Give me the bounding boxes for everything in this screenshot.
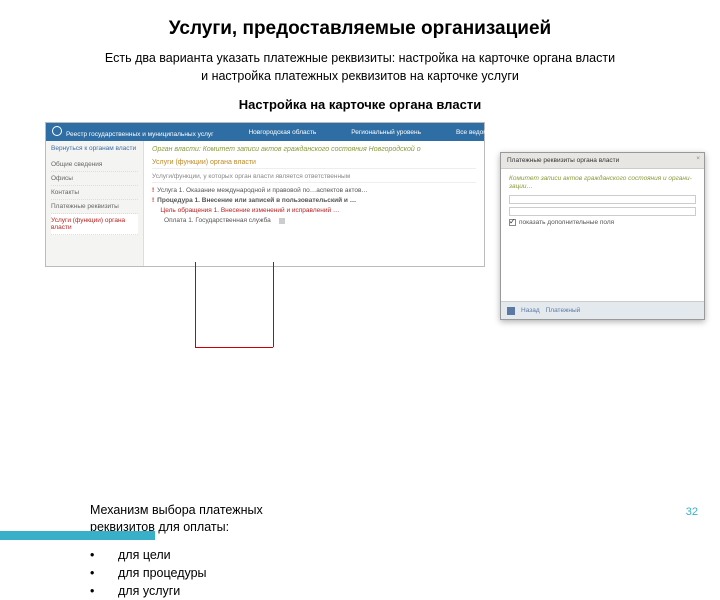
bullet-service-label: для услуги (118, 582, 180, 600)
connector-line (195, 347, 273, 348)
bullet-icon: • (90, 546, 100, 564)
popup-heading: Комитет записи актов гражданского состоя… (509, 175, 696, 191)
checkbox-icon[interactable] (509, 219, 516, 226)
popup-input-1[interactable] (509, 195, 696, 204)
subtitle-line-1: Есть два варианта указать платежные рекв… (105, 51, 615, 65)
logo-icon (52, 126, 62, 136)
connector-line (195, 262, 196, 347)
popup-field-2 (509, 207, 696, 216)
sidebar-item-offices[interactable]: Офисы (51, 172, 138, 186)
warning-icon: ! (152, 187, 154, 194)
topbar-level[interactable]: Региональный уровень (351, 129, 421, 136)
popup-footer: Назад Платежный (501, 301, 704, 319)
close-icon[interactable]: × (696, 155, 700, 162)
authority-title: Орган власти: Комитет записи актов гражд… (152, 146, 476, 153)
sidebar-item-services[interactable]: Услуги (функции) органа власти (51, 214, 138, 235)
row-payment[interactable]: Оплата 1. Государственная служба (152, 217, 476, 224)
popup-footer-back[interactable]: Назад (521, 307, 540, 314)
topbar-region[interactable]: Новгородская область (248, 129, 316, 136)
section-heading: Настройка на карточке органа власти (45, 97, 675, 112)
screenshot-composite: Реестр государственных и муниципальных у… (45, 122, 675, 352)
popup-input-2[interactable] (509, 207, 696, 216)
sidebar-item-contacts[interactable]: Контакты (51, 186, 138, 200)
bullet-list: • для цели • для процедуры • для услуги (90, 546, 675, 600)
bullet-goal: • для цели (90, 546, 675, 564)
sidebar-item-payments[interactable]: Платежные реквизиты (51, 200, 138, 214)
connector-line (273, 262, 274, 347)
subtitle-line-2: и настройка платежных реквизитов на карт… (201, 69, 519, 83)
sidebar-back-link[interactable]: Вернуться к органам власти (51, 145, 138, 152)
topbar-scope[interactable]: Все ведомства выбранной территории (456, 129, 573, 136)
popup-checkbox-row[interactable]: показать дополнительные поля (509, 219, 696, 226)
page-number: 32 (686, 506, 698, 518)
row-goal-label: Цель обращения 1. Внесение изменений и и… (160, 207, 339, 214)
slide-subtitle: Есть два варианта указать платежные рекв… (45, 50, 675, 85)
bullet-icon: • (90, 564, 100, 582)
bullet-procedure: • для процедуры (90, 564, 675, 582)
slide-title: Услуги, предоставляемые организацией (45, 18, 675, 40)
tab-responsible[interactable]: Услуги/функции, у которых орган власти я… (152, 173, 476, 183)
row-service[interactable]: !Услуга 1. Оказание международной и прав… (152, 187, 476, 194)
popup-dialog: Платежные реквизиты органа власти × Коми… (500, 152, 705, 320)
content-pane: Орган власти: Комитет записи актов гражд… (144, 141, 484, 266)
row-payment-label: Оплата 1. Государственная служба (164, 217, 271, 224)
popup-titlebar: Платежные реквизиты органа власти × (501, 153, 704, 169)
row-service-label: Услуга 1. Оказание международной и право… (157, 187, 368, 194)
sidebar-item-general[interactable]: Общие сведения (51, 158, 138, 172)
popup-footer-link[interactable]: Платежный (546, 307, 581, 314)
popup-title-text: Платежные реквизиты органа власти (507, 157, 619, 164)
row-procedure[interactable]: !Процедура 1. Внесение или записей в пол… (152, 197, 476, 204)
bullet-procedure-label: для процедуры (118, 564, 207, 582)
topbar-logo: Реестр государственных и муниципальных у… (52, 126, 213, 138)
bullet-service: • для услуги (90, 582, 675, 600)
bullet-goal-label: для цели (118, 546, 171, 564)
row-goal[interactable]: Цель обращения 1. Внесение изменений и и… (152, 207, 476, 214)
popup-checkbox-label: показать дополнительные поля (519, 219, 614, 226)
main-window: Реестр государственных и муниципальных у… (45, 122, 485, 267)
topbar-logo-label: Реестр государственных и муниципальных у… (66, 131, 213, 138)
row-procedure-label: Процедура 1. Внесение или записей в поль… (157, 197, 356, 204)
doc-icon[interactable] (279, 218, 285, 224)
bullet-icon: • (90, 582, 100, 600)
back-icon[interactable] (507, 307, 515, 315)
mechanism-text: Механизм выбора платежных реквизитов для… (90, 502, 675, 536)
sidebar: Вернуться к органам власти Общие сведени… (46, 141, 144, 266)
warning-icon: ! (152, 197, 154, 204)
popup-field-1 (509, 195, 696, 204)
tab-services[interactable]: Услуги (функции) органа власти (152, 159, 476, 169)
main-topbar: Реестр государственных и муниципальных у… (46, 123, 484, 141)
accent-bar (0, 531, 155, 540)
mechanism-line-1: Механизм выбора платежных (90, 503, 263, 517)
